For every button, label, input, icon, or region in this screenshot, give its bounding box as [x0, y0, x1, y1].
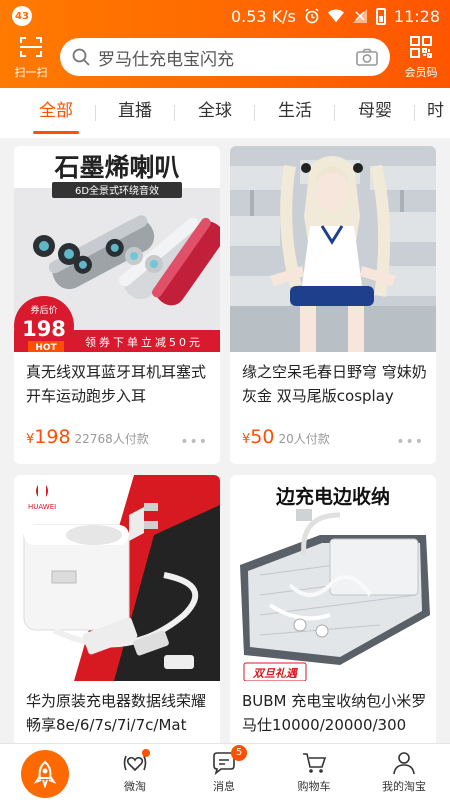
- nav-messages[interactable]: 5 消息: [194, 745, 254, 800]
- tab-live[interactable]: 直播: [107, 88, 163, 138]
- more-options-icon[interactable]: •••: [396, 434, 424, 450]
- tab-global[interactable]: 全球: [187, 88, 243, 138]
- message-icon: 5: [211, 745, 247, 776]
- tab-label: 母婴: [358, 101, 392, 121]
- message-count-badge: 5: [231, 745, 247, 761]
- tab-label: 生活: [278, 101, 312, 121]
- status-bar-right: 0.53 K/s 11:28: [231, 4, 440, 28]
- product-title[interactable]: 缘之空呆毛春日野穹 穹妹奶灰金 双马尾版cosplay: [242, 360, 430, 408]
- tab-divider: [95, 105, 96, 121]
- nav-home[interactable]: [21, 750, 69, 798]
- notification-count-badge: 43: [12, 6, 32, 26]
- tab-divider: [254, 105, 255, 121]
- product-card[interactable]: HUAWEI 华为原装充电器数据线荣耀畅享8e/6/7s/7i/7c/Mat: [14, 475, 220, 743]
- tab-divider: [174, 105, 175, 121]
- tab-life[interactable]: 生活: [267, 88, 323, 138]
- product-title[interactable]: BUBM 充电宝收纳包小米罗马仕10000/20000/300: [242, 689, 430, 737]
- tab-divider: [414, 105, 415, 121]
- cart-icon: [301, 750, 327, 776]
- tab-divider: [334, 105, 335, 121]
- product-card[interactable]: 石墨烯喇叭 6D全景式环绕音效 领券下单立减50元 券后价 198 HOT 真无…: [14, 146, 220, 464]
- product-card[interactable]: 缘之空呆毛春日野穹 穹妹奶灰金 双马尾版cosplay ¥ 50 20人付款 •…: [230, 146, 436, 464]
- nav-my-taobao[interactable]: 我的淘宝: [374, 750, 434, 800]
- user-icon: [391, 750, 417, 776]
- product-price: 198: [34, 426, 71, 448]
- product-price: 50: [250, 426, 275, 448]
- member-code-label: 会员码: [404, 66, 438, 79]
- scan-icon: [20, 37, 42, 57]
- sales-count: 22768人付款: [74, 432, 149, 446]
- member-code-button[interactable]: 会员码: [400, 36, 442, 80]
- search-bar[interactable]: 罗马仕充电宝闪充: [60, 38, 390, 76]
- weitao-notification-dot: [142, 749, 150, 757]
- hot-tag: HOT: [35, 343, 57, 352]
- nav-cart[interactable]: 购物车: [284, 750, 344, 800]
- bottom-navigation: 微淘 5 消息 购物车 我的淘宝: [0, 743, 450, 800]
- nav-label: 微淘: [124, 780, 146, 793]
- weitao-icon: [122, 749, 150, 776]
- tab-baby[interactable]: 母婴: [347, 88, 403, 138]
- product-title[interactable]: 华为原装充电器数据线荣耀畅享8e/6/7s/7i/7c/Mat: [26, 689, 214, 737]
- sales-count: 20人付款: [278, 432, 330, 446]
- clock: 11:28: [393, 6, 440, 26]
- tab-label: 直播: [118, 101, 152, 121]
- product-image[interactable]: 边充电边收纳 双旦礼遇: [230, 475, 436, 681]
- nav-weitao[interactable]: 微淘: [105, 749, 165, 800]
- currency-symbol: ¥: [26, 432, 35, 447]
- tab-all[interactable]: 全部: [28, 88, 84, 138]
- image-subline: 6D全景式环绕音效: [75, 184, 159, 197]
- search-icon: [72, 48, 90, 66]
- product-image[interactable]: 石墨烯喇叭 6D全景式环绕音效 领券下单立减50元 券后价 198 HOT: [14, 146, 220, 352]
- product-title[interactable]: 真无线双耳蓝牙耳机耳塞式开车运动跑步入耳: [26, 360, 214, 408]
- scan-label: 扫一扫: [14, 66, 48, 79]
- currency-symbol: ¥: [242, 432, 251, 447]
- promo-tag: 双旦礼遇: [252, 667, 299, 680]
- more-options-icon[interactable]: •••: [180, 434, 208, 450]
- search-input[interactable]: 罗马仕充电宝闪充: [98, 45, 356, 70]
- tab-fashion[interactable]: 时: [427, 88, 450, 138]
- status-bar: 43 0.53 K/s 11:28: [0, 0, 450, 32]
- app-header: 43 0.53 K/s 11:28 扫一扫 罗马仕充电宝闪充 会员码: [0, 0, 450, 88]
- nav-label: 消息: [213, 780, 235, 793]
- wifi-icon: [327, 8, 344, 24]
- battery-icon: [375, 7, 386, 25]
- coupon-banner: 领券下单立减50元: [85, 335, 203, 349]
- category-tabs: 全部 直播 全球 生活 母婴 时: [0, 88, 450, 138]
- member-code-icon: [410, 36, 432, 58]
- nav-label: 购物车: [297, 780, 331, 793]
- product-image[interactable]: HUAWEI: [14, 475, 220, 681]
- active-tab-indicator: [33, 131, 79, 134]
- nav-label: 我的淘宝: [382, 780, 426, 793]
- product-card[interactable]: 边充电边收纳 双旦礼遇 BUBM 充电宝收纳包小米罗马仕10000/20000/…: [230, 475, 436, 743]
- signal-icon: [352, 8, 368, 24]
- tab-label: 全部: [39, 101, 73, 121]
- coupon-label: 券后价: [30, 304, 57, 316]
- taobao-home-icon: [33, 760, 57, 788]
- tab-label: 全球: [198, 101, 232, 121]
- network-speed: 0.53 K/s: [230, 6, 296, 26]
- brand-text: HUAWEI: [28, 503, 56, 511]
- coupon-price: 198: [22, 317, 66, 341]
- product-image[interactable]: [230, 146, 436, 352]
- alarm-icon: [304, 8, 320, 24]
- image-headline: 石墨烯喇叭: [53, 153, 179, 182]
- camera-icon[interactable]: [356, 48, 378, 66]
- tab-label: 时: [427, 101, 444, 121]
- image-headline: 边充电边收纳: [275, 485, 390, 508]
- scan-button[interactable]: 扫一扫: [10, 36, 52, 80]
